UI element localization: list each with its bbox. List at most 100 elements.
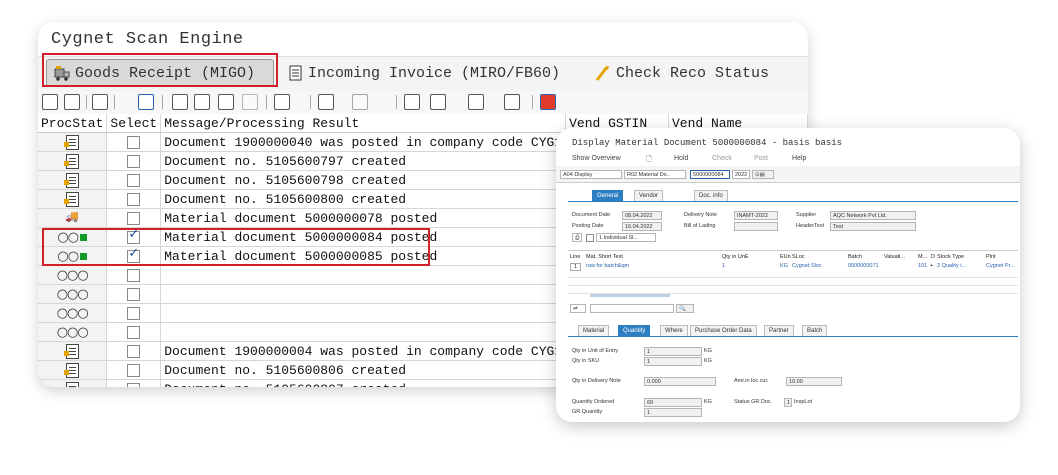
sort-ascending-icon[interactable]	[172, 94, 188, 110]
incoming-invoice-button[interactable]: Incoming Invoice (MIRO/FB60)	[286, 59, 560, 87]
item-col-valuation: Valuati...	[884, 254, 905, 260]
select-checkbox[interactable]	[127, 306, 141, 320]
sort-descending-icon[interactable]	[194, 94, 210, 110]
select-checkbox[interactable]	[127, 325, 141, 339]
subtotal-icon[interactable]	[352, 94, 368, 110]
reference-select[interactable]: R02 Material Do..	[624, 170, 686, 179]
qty-unit-entry-field[interactable]: 1	[644, 347, 702, 356]
show-overview-button[interactable]: Show Overview	[572, 155, 621, 162]
select-checkbox[interactable]	[127, 192, 141, 206]
select-cell[interactable]	[106, 170, 162, 190]
detail-action-bar: A04 Display R02 Material Do.. 5000000084…	[556, 166, 1020, 183]
item-col-line: Line	[570, 254, 581, 260]
doc-date-field[interactable]: 08.04.2022	[622, 211, 662, 220]
select-cell[interactable]	[106, 360, 162, 380]
select-checkbox[interactable]	[127, 287, 141, 301]
message-cell: Document 1900000040 was posted in compan…	[160, 132, 567, 152]
doc-date-label: Document Date	[572, 212, 611, 218]
print-icon[interactable]: ⎙	[572, 233, 582, 242]
select-checkbox[interactable]	[127, 382, 141, 387]
col-procstat[interactable]: ProcStat	[38, 114, 108, 133]
item-search-field[interactable]	[590, 304, 674, 313]
select-cell[interactable]	[106, 322, 162, 342]
select-checkbox[interactable]	[127, 173, 141, 187]
supplier-field[interactable]: AQC Network Pvt Ltd.	[830, 211, 916, 220]
select-checkbox[interactable]	[127, 135, 141, 149]
status-gr-field[interactable]: 1	[784, 398, 792, 407]
select-checkbox[interactable]	[127, 363, 141, 377]
sum-icon[interactable]	[318, 94, 334, 110]
col-message[interactable]: Message/Processing Result	[160, 114, 567, 133]
select-cell[interactable]	[106, 151, 162, 171]
item-tools-icon[interactable]: ⇌	[570, 304, 586, 313]
help-button[interactable]: Help	[792, 155, 806, 162]
hold-button[interactable]: Hold	[674, 155, 688, 162]
select-checkbox[interactable]	[127, 268, 141, 282]
post-button[interactable]: Post	[754, 155, 768, 162]
check-button[interactable]: Check	[712, 155, 732, 162]
document-icon	[63, 191, 79, 207]
bill-of-lading-field[interactable]	[734, 222, 778, 231]
qty-delivery-note-field[interactable]: 0.000	[644, 377, 716, 386]
export-icon[interactable]	[468, 94, 484, 110]
execute-icon[interactable]: ⊙▤	[752, 170, 774, 179]
select-cell[interactable]	[106, 265, 162, 285]
doc-number-field[interactable]: 5000000084	[690, 170, 730, 179]
qty-delivery-note-label: Qty in Delivery Note	[572, 378, 621, 384]
header-text-label: HeaderText	[796, 223, 825, 229]
message-cell: Document no. 5105600806 created	[160, 360, 567, 380]
delivery-note-field[interactable]: INAMT-2022	[734, 211, 778, 220]
qty-sku-field[interactable]: 1	[644, 357, 702, 366]
select-cell[interactable]	[106, 208, 162, 228]
app-title: Cygnet Scan Engine	[51, 30, 244, 49]
select-cell[interactable]	[106, 303, 162, 323]
print-checkbox[interactable]	[586, 234, 594, 242]
graphic-icon[interactable]	[540, 94, 556, 110]
print-icon[interactable]	[404, 94, 420, 110]
item-text: raw for batch&qm	[586, 263, 630, 269]
delivery-note-label: Delivery Note	[684, 212, 718, 218]
check-reco-status-button[interactable]: Check Reco Status	[594, 59, 769, 87]
message-cell	[160, 303, 567, 323]
procstat-cell	[38, 360, 108, 380]
binoculars-icon[interactable]	[218, 94, 234, 110]
new-doc-icon[interactable]: 🗋	[646, 155, 652, 166]
select-cell[interactable]	[106, 132, 162, 152]
header-text-field[interactable]: Test	[830, 222, 916, 231]
amount-local-label: Amt.in loc.cur.	[734, 378, 769, 384]
qty-unit-entry-uom: KG	[704, 348, 712, 354]
details-icon[interactable]	[42, 94, 58, 110]
posting-date-field[interactable]: 16.04.2022	[622, 222, 662, 231]
amount-local-field[interactable]: 10.00	[786, 377, 842, 386]
gr-quantity-field[interactable]: 1	[644, 408, 702, 417]
col-select[interactable]: Select	[106, 114, 162, 133]
select-checkbox[interactable]	[127, 154, 141, 168]
qty-ordered-field[interactable]: 60	[644, 398, 702, 407]
find-next-icon[interactable]	[242, 94, 258, 110]
filter-icon[interactable]	[274, 94, 290, 110]
goods-receipt-highlight	[42, 53, 278, 87]
item-find-icon[interactable]: 🔍	[676, 304, 694, 313]
year-field[interactable]: 2022	[732, 170, 750, 179]
slip-select[interactable]: 1 Individual Sl...	[596, 233, 656, 242]
item-d: +	[930, 263, 934, 269]
document-icon	[63, 343, 79, 359]
view-icon[interactable]	[430, 94, 446, 110]
message-cell	[160, 322, 567, 342]
select-cell[interactable]	[106, 284, 162, 304]
select-cell[interactable]	[106, 341, 162, 361]
select-checkbox[interactable]	[127, 211, 141, 225]
select-cell[interactable]	[106, 379, 162, 387]
procstat-cell	[38, 341, 108, 361]
action-select[interactable]: A04 Display	[560, 170, 622, 179]
select-cell[interactable]	[106, 189, 162, 209]
item-scrollbar[interactable]	[590, 294, 670, 297]
detail-menu-bar: Show Overview 🗋 Hold Check Post Help	[556, 152, 1020, 167]
refresh-icon[interactable]	[138, 94, 154, 110]
select-checkbox[interactable]	[127, 344, 141, 358]
procstat-cell	[38, 132, 108, 152]
select-all-icon[interactable]	[64, 94, 80, 110]
layout-icon[interactable]	[504, 94, 520, 110]
procstat-cell: 🚚	[38, 208, 108, 228]
find-icon[interactable]	[92, 94, 108, 110]
